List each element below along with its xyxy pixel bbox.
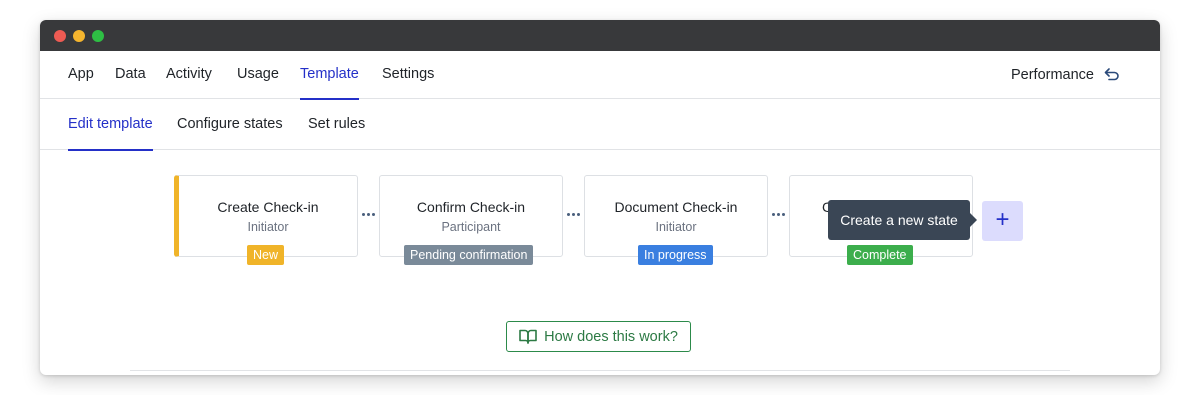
sub-navigation: Edit template Configure states Set rules xyxy=(40,99,1160,151)
book-icon xyxy=(519,329,537,344)
status-badge-pending: Pending confirmation xyxy=(404,245,534,265)
tab-configure-states[interactable]: Configure states xyxy=(177,99,283,150)
status-badge-new: New xyxy=(247,245,285,265)
nav-data[interactable]: Data xyxy=(115,51,146,99)
status-badge-in-progress: In progress xyxy=(638,245,713,265)
nav-usage[interactable]: Usage xyxy=(237,51,279,99)
state-title: Confirm Check-in xyxy=(416,199,526,215)
close-window-button[interactable] xyxy=(54,30,66,42)
tab-edit-template[interactable]: Edit template xyxy=(68,99,153,151)
nav-activity[interactable]: Activity xyxy=(166,51,212,99)
more-options-icon[interactable] xyxy=(567,213,580,216)
top-navigation: App Data Activity Usage Template Setting… xyxy=(40,51,1160,100)
tooltip-create-state: Create a new state xyxy=(828,200,977,240)
help-label: How does this work? xyxy=(544,328,678,345)
state-title: Create Check-in xyxy=(217,199,319,215)
more-options-icon[interactable] xyxy=(362,213,375,216)
status-badge-complete: Complete xyxy=(847,245,913,265)
nav-app[interactable]: App xyxy=(68,51,94,99)
tab-set-rules[interactable]: Set rules xyxy=(308,99,365,150)
performance-link[interactable]: Performance xyxy=(1011,51,1120,99)
window-titlebar xyxy=(40,20,1160,51)
add-state-button[interactable]: + xyxy=(982,201,1023,241)
nav-template[interactable]: Template xyxy=(300,51,359,100)
state-role: Initiator xyxy=(655,220,697,234)
minimize-window-button[interactable] xyxy=(73,30,85,42)
more-options-icon[interactable] xyxy=(772,213,785,216)
state-title: Document Check-in xyxy=(614,199,738,215)
nav-settings[interactable]: Settings xyxy=(382,51,434,99)
state-role: Participant xyxy=(441,220,501,234)
help-button[interactable]: How does this work? xyxy=(506,321,691,352)
undo-arrow-icon xyxy=(1104,68,1119,81)
state-role: Initiator xyxy=(247,220,289,234)
divider xyxy=(130,370,1070,371)
maximize-window-button[interactable] xyxy=(92,30,104,42)
performance-label: Performance xyxy=(1010,67,1094,83)
app-window: App Data Activity Usage Template Setting… xyxy=(40,20,1160,375)
